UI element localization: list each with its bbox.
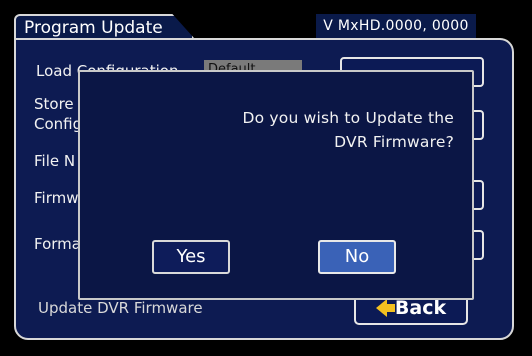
yes-button[interactable]: Yes xyxy=(152,240,230,274)
update-dvr-firmware-label: Update DVR Firmware xyxy=(38,299,203,317)
config-label: Config xyxy=(34,115,83,133)
tab-label: Program Update xyxy=(24,18,163,38)
dialog-message: Do you wish to Update the DVR Firmware? xyxy=(154,106,454,154)
no-button[interactable]: No xyxy=(318,240,396,274)
format-label: Forma xyxy=(34,235,81,253)
arrow-left-icon xyxy=(375,299,395,317)
back-label: Back xyxy=(394,297,447,319)
tab-program-update[interactable]: Program Update xyxy=(14,14,194,38)
version-label: V MxHD.0000, 0000 xyxy=(316,14,476,38)
firmware-label: Firmw xyxy=(34,189,79,207)
dialog-message-line1: Do you wish to Update the xyxy=(242,109,454,127)
file-name-label: File N xyxy=(34,152,76,170)
store-label: Store xyxy=(34,95,74,113)
confirm-dialog: Do you wish to Update the DVR Firmware? … xyxy=(78,70,474,300)
dialog-message-line2: DVR Firmware? xyxy=(334,133,454,151)
